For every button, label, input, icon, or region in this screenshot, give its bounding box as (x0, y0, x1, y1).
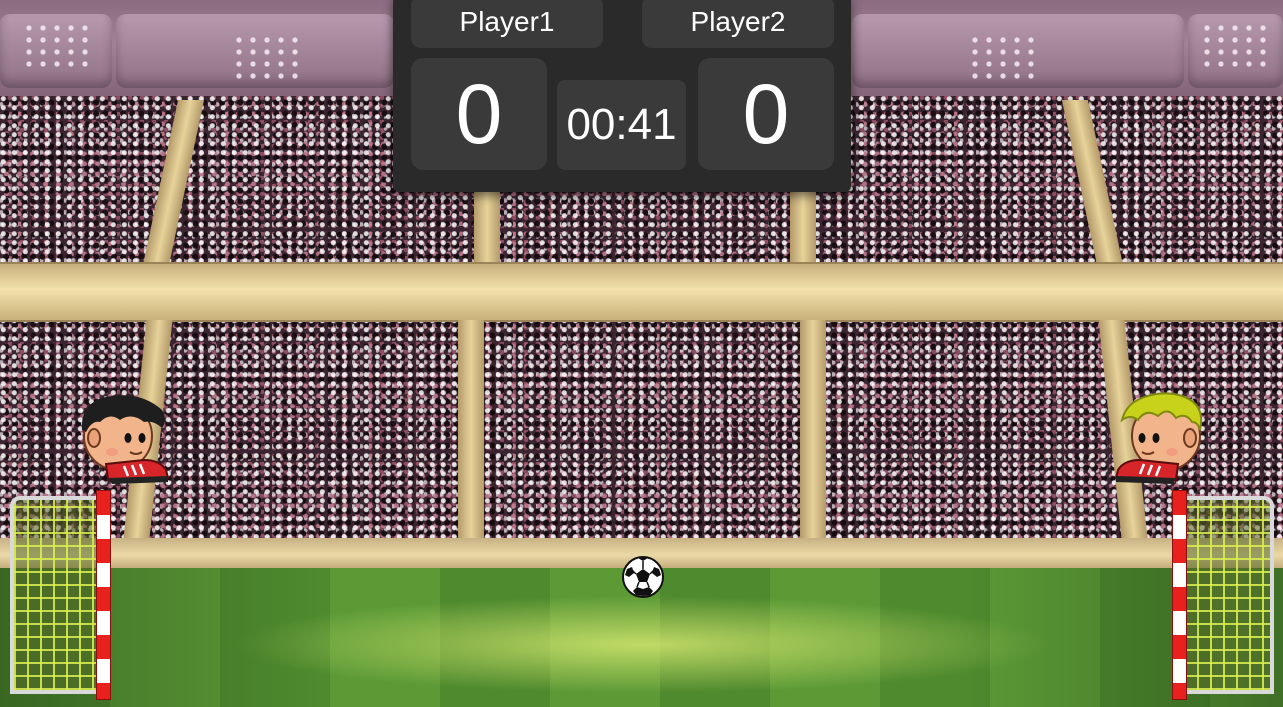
stand-pillar (474, 190, 500, 270)
goal-post (96, 490, 111, 700)
left-player-boot-icon (104, 458, 170, 484)
stand-pillar (458, 320, 484, 538)
game-canvas: Player1 Player2 0 00:41 0 (0, 0, 1283, 707)
right-player-head-icon (1114, 392, 1203, 484)
floodlight (968, 34, 1038, 82)
goal-net (1184, 496, 1274, 694)
stand-beam (0, 262, 1283, 322)
scoreboard: Player1 Player2 0 00:41 0 (393, 0, 851, 192)
crowd-lower-stand (0, 318, 1283, 550)
match-timer: 00:41 (557, 80, 686, 170)
goal-net (10, 496, 100, 694)
player1-name-label: Player1 (411, 0, 603, 48)
left-player-head-icon (81, 395, 170, 484)
floodlight (22, 22, 92, 70)
soccer-ball-icon (622, 556, 664, 598)
player2-name-label: Player2 (642, 0, 834, 48)
floodlight (1200, 22, 1270, 70)
player2-score: 0 (698, 58, 834, 170)
left-goal-net-icon (6, 490, 116, 700)
goal-post (1172, 490, 1187, 700)
floodlight (232, 34, 302, 82)
stand-pillar (800, 320, 826, 538)
player1-score: 0 (411, 58, 547, 170)
right-goal-net-icon (1172, 490, 1282, 700)
right-player-boot-icon (1114, 458, 1180, 484)
stand-pillar (790, 190, 816, 270)
